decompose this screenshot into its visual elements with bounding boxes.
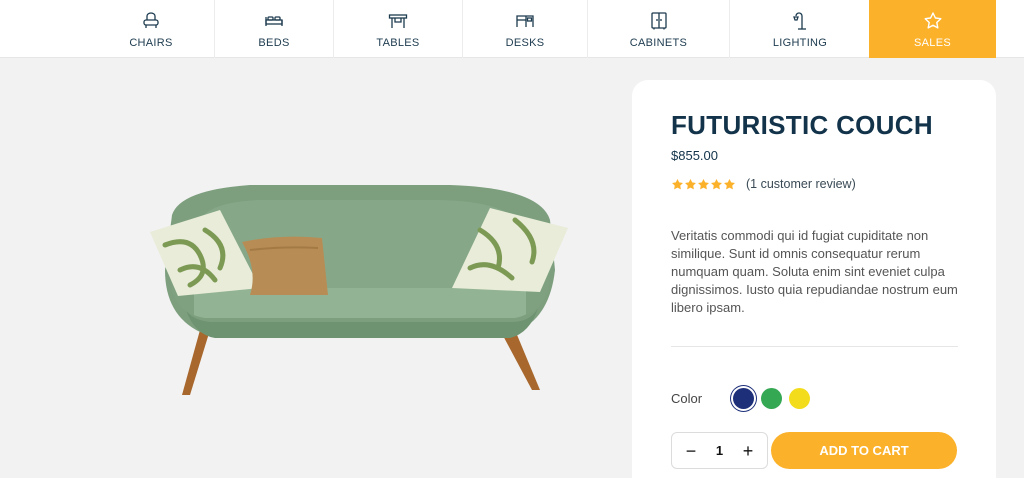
product-image-couch [150,185,568,395]
color-swatch-blue[interactable] [733,388,754,409]
rating-stars [671,178,736,191]
nav-label-sales: SALES [914,37,951,49]
divider [671,346,958,347]
nav-item-desks[interactable]: DESKS [463,0,588,58]
desk-icon [516,15,534,27]
chair-icon [143,12,159,28]
star-icon [924,12,941,29]
product-rating: (1 customer review) [671,177,856,191]
category-nav: CHAIRS BEDS TABLES DESKS CABINETS LIGHTI… [0,0,1024,58]
bed-icon [265,16,283,26]
lamp-icon [793,12,806,30]
star-filled-icon [672,178,683,189]
nav-item-beds[interactable]: BEDS [215,0,334,58]
add-to-cart-button[interactable]: ADD TO CART [771,432,957,469]
nav-label-lighting: LIGHTING [772,37,828,49]
product-price: $855.00 [671,148,718,163]
cabinet-icon [650,12,667,30]
color-swatch-green[interactable] [761,388,782,409]
product-description: Veritatis commodi qui id fugiat cupidita… [671,228,958,315]
product-title: FUTURISTIC COUCH [671,110,933,140]
star-filled-icon [685,178,696,189]
nav-item-sales[interactable]: SALES [869,0,996,58]
star-filled-icon [698,178,709,189]
star-filled-icon [711,178,722,189]
quantity-stepper: − 1 + [671,432,768,469]
nav-item-chairs[interactable]: CHAIRS [88,0,215,58]
nav-label-tables: TABLES [376,37,420,49]
table-icon [388,14,408,28]
nav-item-tables[interactable]: TABLES [334,0,463,58]
quantity-increase-button[interactable]: + [741,442,755,460]
nav-label-chairs: CHAIRS [129,37,173,49]
nav-item-cabinets[interactable]: CABINETS [588,0,730,58]
product-details-card: FUTURISTIC COUCH $855.00 (1 customer rev… [632,80,996,478]
color-label: Color [671,391,703,406]
color-swatch-yellow[interactable] [789,388,810,409]
quantity-value[interactable]: 1 [716,443,723,458]
nav-label-desks: DESKS [505,37,545,49]
quantity-decrease-button[interactable]: − [684,442,698,460]
review-count-link[interactable]: (1 customer review) [746,177,856,191]
star-filled-icon [724,178,735,189]
nav-label-cabinets: CABINETS [629,37,688,49]
nav-item-lighting[interactable]: LIGHTING [730,0,870,58]
nav-label-beds: BEDS [258,37,290,49]
